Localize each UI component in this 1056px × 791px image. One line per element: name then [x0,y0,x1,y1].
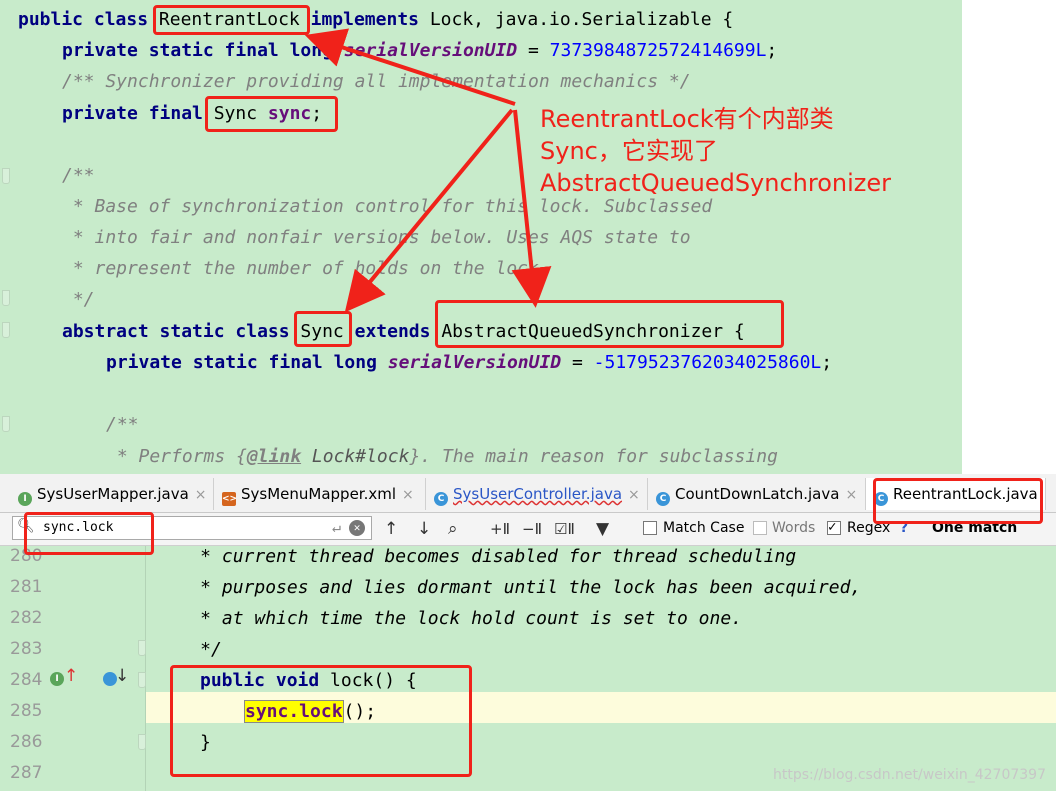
annotation-callout-text: ReentrantLock有个内部类 Sync，它实现了 AbstractQue… [540,105,892,197]
arrow-to-sync [344,108,514,313]
arrow-to-aqs [511,109,552,308]
watermark: https://blog.csdn.net/weixin_42707397 [772,767,1046,783]
arrow-to-reentrantlock [304,28,516,106]
annotation-arrows [304,28,552,313]
